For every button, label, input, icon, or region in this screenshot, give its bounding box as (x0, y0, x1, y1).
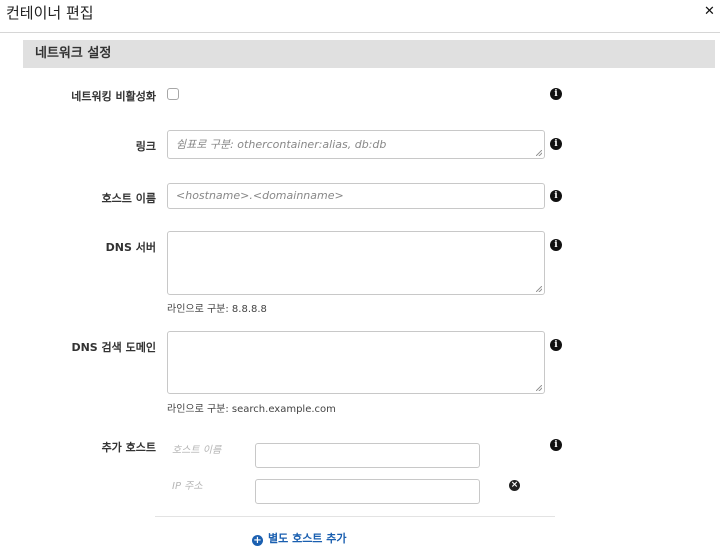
dns-servers-hint: 라인으로 구분: 8.8.8.8 (167, 304, 267, 315)
hostname-label: 호스트 이름 (101, 192, 156, 205)
title-divider (0, 32, 720, 33)
disable-networking-checkbox[interactable] (167, 88, 179, 100)
info-icon[interactable]: i (550, 439, 562, 451)
dialog-title: 컨테이너 편집 (6, 4, 94, 22)
close-icon[interactable]: ✕ (704, 4, 715, 19)
resize-grip[interactable] (536, 385, 542, 391)
add-host-button[interactable]: + 별도 호스트 추가 (252, 530, 347, 546)
resize-grip[interactable] (536, 150, 542, 156)
extra-host-ip-label: IP 주소 (172, 481, 203, 492)
extra-host-hostname-label: 호스트 이름 (172, 445, 222, 456)
extra-hosts-label: 추가 호스트 (101, 441, 156, 454)
hostname-input[interactable]: <hostname>.<domainname> (167, 183, 545, 209)
links-label: 링크 (135, 140, 156, 153)
dns-servers-textarea[interactable] (167, 231, 545, 295)
info-icon[interactable]: i (550, 138, 562, 150)
links-textarea[interactable]: 쉼표로 구분: othercontainer:alias, db:db (167, 130, 545, 159)
add-host-label: 별도 호스트 추가 (268, 532, 347, 545)
plus-icon: + (252, 535, 263, 546)
dns-servers-label: DNS 서버 (105, 241, 156, 254)
info-icon[interactable]: i (550, 88, 562, 100)
info-icon[interactable]: i (550, 339, 562, 351)
remove-icon[interactable]: × (509, 480, 520, 491)
info-icon[interactable]: i (550, 190, 562, 202)
hostname-placeholder: <hostname>.<domainname> (176, 189, 344, 202)
info-icon[interactable]: i (550, 239, 562, 251)
extra-host-ip-input[interactable] (255, 479, 480, 504)
divider (155, 516, 555, 517)
section-header: 네트워크 설정 (23, 40, 715, 68)
dns-search-textarea[interactable] (167, 331, 545, 394)
section-title: 네트워크 설정 (35, 46, 112, 61)
extra-host-hostname-input[interactable] (255, 443, 480, 468)
dns-search-hint: 라인으로 구분: search.example.com (167, 404, 336, 415)
links-placeholder: 쉼표로 구분: othercontainer:alias, db:db (176, 138, 387, 151)
resize-grip[interactable] (536, 286, 542, 292)
disable-networking-label: 네트워킹 비활성화 (71, 90, 156, 103)
dns-search-label: DNS 검색 도메인 (71, 341, 156, 354)
